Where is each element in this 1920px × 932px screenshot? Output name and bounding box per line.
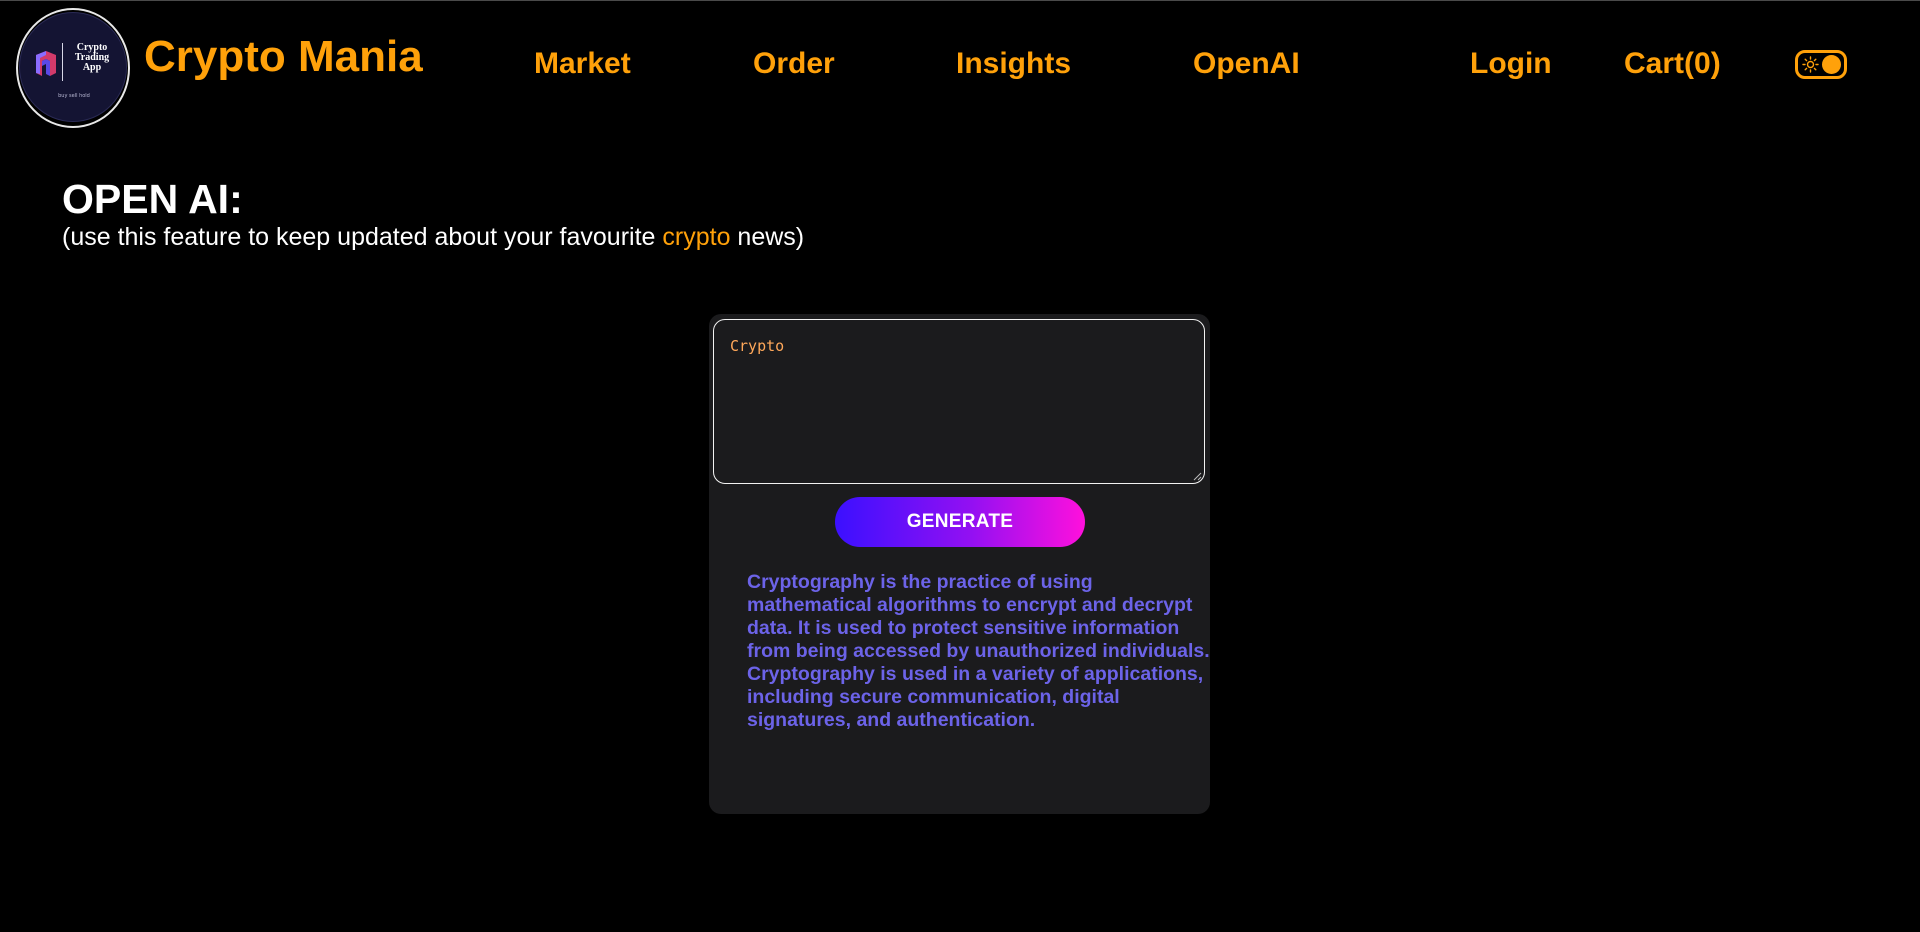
theme-toggle[interactable]	[1795, 50, 1847, 79]
logo-tagline: buy sell hold	[58, 93, 90, 99]
toggle-knob	[1822, 55, 1841, 74]
subtitle-text-end: news)	[730, 223, 805, 251]
nav-login[interactable]: Login	[1470, 46, 1552, 82]
nav-insights[interactable]: Insights	[956, 46, 1071, 82]
page-subtitle: (use this feature to keep updated about …	[62, 222, 804, 252]
generate-button[interactable]: GENERATE	[835, 497, 1085, 547]
nav-openai[interactable]: OpenAI	[1193, 46, 1300, 82]
nav-order[interactable]: Order	[753, 46, 835, 82]
openai-card: Crypto GENERATE Cryptography is the prac…	[709, 314, 1210, 814]
prompt-input[interactable]: Crypto	[713, 319, 1205, 484]
logo-divider	[62, 43, 63, 81]
subtitle-accent-crypto: crypto	[662, 223, 731, 251]
page-title: OPEN AI:	[62, 176, 243, 222]
sun-icon	[1802, 56, 1819, 73]
nav-market[interactable]: Market	[534, 46, 631, 82]
logo-mark-icon	[36, 51, 56, 76]
subtitle-text-start: (use this feature to keep updated about …	[62, 223, 663, 251]
brand-name[interactable]: Crypto Mania	[144, 32, 423, 82]
ai-response-text: Cryptography is the practice of using ma…	[747, 571, 1210, 731]
top-border	[0, 0, 1920, 1]
nav-cart[interactable]: Cart(0)	[1624, 46, 1721, 82]
app-logo[interactable]: Crypto Trading App buy sell hold	[19, 12, 127, 122]
logo-title: Crypto Trading App	[74, 42, 110, 73]
